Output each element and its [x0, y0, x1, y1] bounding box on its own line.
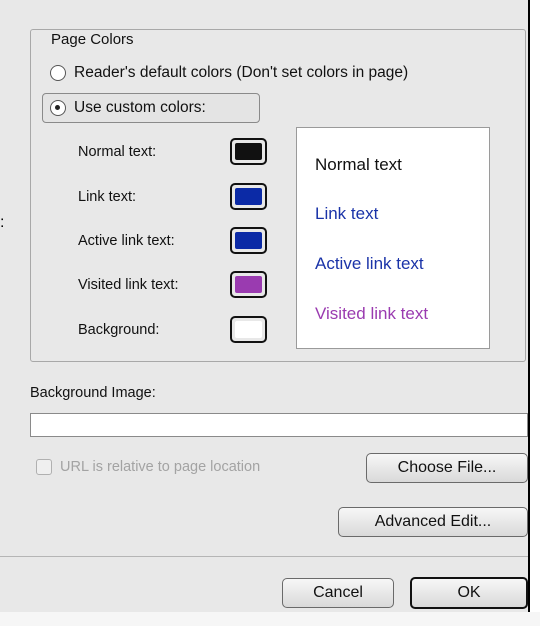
edge-fragment: :	[0, 214, 5, 231]
preview-visited-link-text: Visited link text	[315, 304, 429, 323]
visited-link-text-label: Visited link text:	[78, 277, 179, 293]
active-link-text-color-button[interactable]	[230, 227, 267, 254]
active-link-text-swatch	[235, 232, 262, 249]
color-preview-panel: Normal text Link text Active link text V…	[296, 127, 490, 349]
preview-normal-text: Normal text	[315, 155, 402, 174]
advanced-edit-button[interactable]: Advanced Edit...	[338, 507, 528, 537]
radio-default-colors[interactable]: Reader's default colors (Don't set color…	[50, 64, 408, 82]
background-color-button[interactable]	[230, 316, 267, 343]
bottom-strip	[0, 612, 540, 626]
radio-custom-label: Use custom colors:	[74, 99, 206, 116]
cancel-button[interactable]: Cancel	[282, 578, 394, 608]
ok-button[interactable]: OK	[410, 577, 528, 609]
preview-active-link-text: Active link text	[315, 254, 424, 273]
background-swatch	[235, 321, 262, 338]
link-text-color-button[interactable]	[230, 183, 267, 210]
radio-custom-colors[interactable]: Use custom colors:	[50, 99, 206, 117]
active-link-text-label: Active link text:	[78, 233, 175, 249]
radio-off-icon	[50, 65, 66, 81]
divider	[0, 556, 528, 557]
page-colors-title: Page Colors	[45, 31, 140, 48]
background-image-input[interactable]	[30, 413, 528, 437]
normal-text-swatch	[235, 143, 262, 160]
page-colors-dialog: Page Colors Reader's default colors (Don…	[0, 0, 530, 612]
visited-link-text-swatch	[235, 276, 262, 293]
background-label: Background:	[78, 322, 160, 338]
radio-default-label: Reader's default colors (Don't set color…	[74, 64, 409, 81]
preview-link-text: Link text	[315, 204, 379, 223]
radio-on-icon	[50, 100, 66, 116]
normal-text-color-button[interactable]	[230, 138, 267, 165]
link-text-swatch	[235, 188, 262, 205]
background-image-label: Background Image:	[30, 385, 156, 401]
relative-url-checkbox[interactable]	[36, 459, 52, 475]
visited-link-text-color-button[interactable]	[230, 271, 267, 298]
normal-text-label: Normal text:	[78, 144, 157, 160]
relative-url-label: URL is relative to page location	[60, 459, 261, 475]
link-text-label: Link text:	[78, 189, 137, 205]
relative-url-checkbox-row: URL is relative to page location	[36, 459, 260, 475]
choose-file-button[interactable]: Choose File...	[366, 453, 528, 483]
